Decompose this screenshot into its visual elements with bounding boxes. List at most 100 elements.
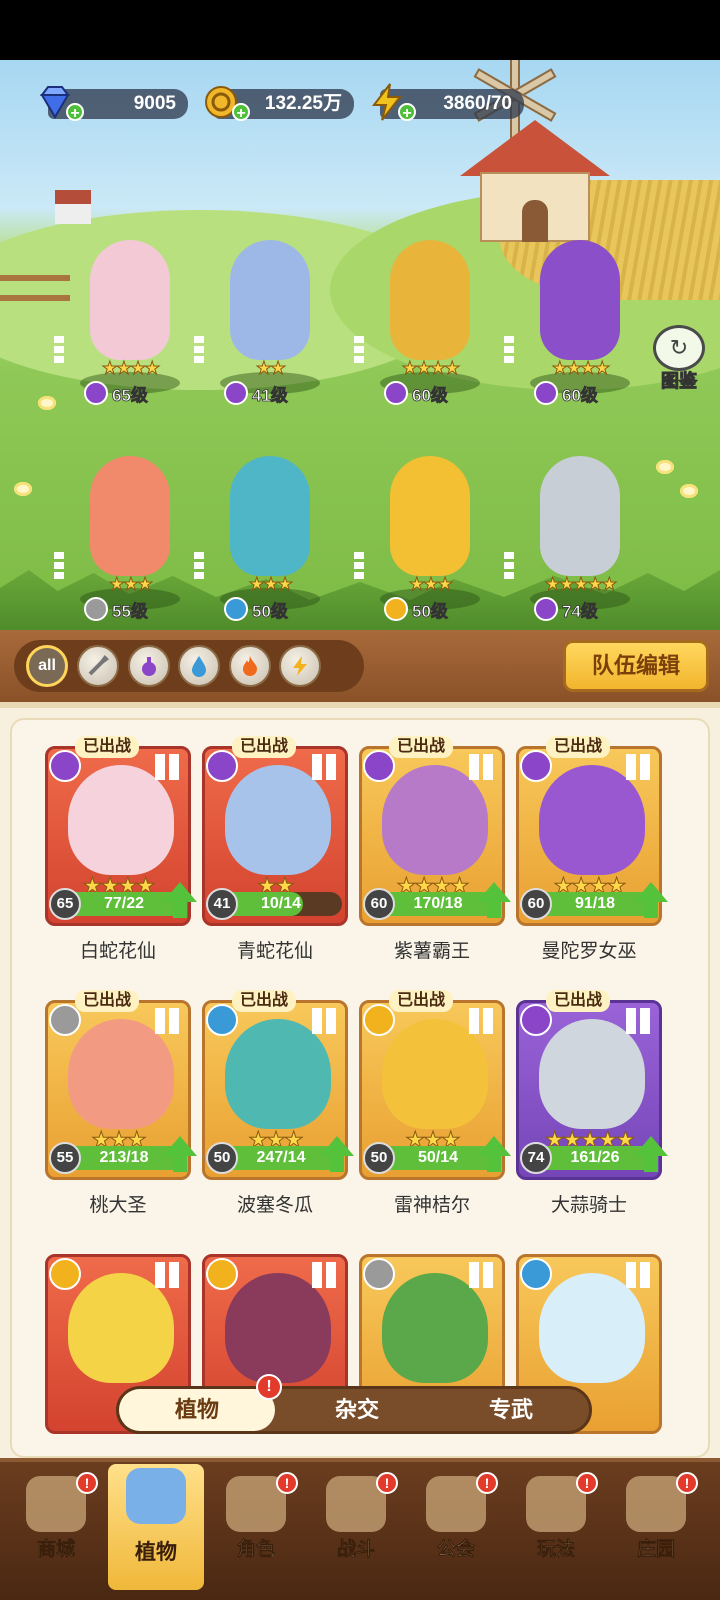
deployed-tag: 已出战: [389, 990, 454, 1012]
formation-slot-icon: [469, 754, 495, 780]
upgrade-arrow-icon[interactable]: [320, 1136, 354, 1174]
plant-card[interactable]: ★★ 已出战 10/14 41 青蛇花仙: [202, 736, 348, 962]
field-hero[interactable]: ★★★★ 60级: [354, 240, 500, 410]
filter-all-button[interactable]: all: [26, 645, 68, 687]
potion-icon: [142, 657, 156, 676]
status-bar: [0, 0, 720, 60]
plant-portrait: [68, 1273, 174, 1383]
plant-card[interactable]: ★★★★ 已出战 170/18 60 紫薯霸王: [359, 736, 505, 962]
formation-slot-icon: [626, 1262, 652, 1288]
element-icon: [206, 750, 238, 782]
field-hero[interactable]: ★★★ 55级: [54, 456, 200, 626]
upgrade-arrow-icon[interactable]: [163, 1136, 197, 1174]
nav-battle[interactable]: 战斗 !: [308, 1472, 404, 1572]
field-hero[interactable]: ★★★★ 65级: [54, 240, 200, 410]
field-hero[interactable]: ★★★★★ 74级: [504, 456, 650, 626]
plant-portrait: [225, 1019, 331, 1129]
lightning-icon: [293, 656, 307, 676]
diamond-value: 9005: [133, 93, 176, 114]
plant-name: 白蛇花仙: [79, 941, 156, 962]
field-hero[interactable]: ★★★★ 60级: [504, 240, 650, 410]
element-icon: [206, 1004, 238, 1036]
add-coin-icon[interactable]: +: [232, 103, 250, 122]
formation-slot-icon: [155, 1008, 181, 1034]
nav-guild[interactable]: 公会 !: [408, 1472, 504, 1572]
nav-manor[interactable]: 庄园 !: [608, 1472, 704, 1572]
deployed-tag: 已出战: [232, 736, 297, 758]
tab-hybrid[interactable]: 杂交: [279, 1389, 435, 1431]
field-hero[interactable]: ★★★ 50级: [354, 456, 500, 626]
plant-segment-control: 植物 杂交 专武: [116, 1386, 592, 1434]
handbook-icon: ↻: [653, 325, 705, 371]
plant-card[interactable]: ★★★ 已出战 50/14 50 雷神桔尔: [359, 990, 505, 1216]
formation-slot-icon: [312, 754, 338, 780]
plant-portrait: [382, 1019, 488, 1129]
alert-badge: !: [376, 1472, 398, 1494]
upgrade-arrow-icon[interactable]: [163, 882, 197, 920]
plant-name: 波塞冬瓜: [236, 1195, 313, 1216]
plant-portrait: [225, 765, 331, 875]
bottom-navigation: 商城 ! 植物 角色 ! 战斗 ! 公会 ! 玩法 ! 庄园 !: [0, 1458, 720, 1600]
plant-card[interactable]: ★★★ 已出战 247/14 50 波塞冬瓜: [202, 990, 348, 1216]
flower: [14, 482, 32, 496]
field-hero[interactable]: ★★ 41级: [194, 240, 340, 410]
hero-level: 60级: [534, 380, 598, 406]
hero-level: 55级: [84, 596, 148, 622]
tab-plants[interactable]: 植物: [119, 1389, 275, 1431]
farm-house: [460, 120, 610, 242]
hero-sprite: [540, 240, 620, 360]
plant-portrait: [225, 1273, 331, 1383]
plant-portrait: [382, 1273, 488, 1383]
add-energy-icon[interactable]: +: [398, 103, 416, 122]
coin-value: 132.25万: [264, 93, 342, 114]
filter-lightning-button[interactable]: [279, 645, 321, 687]
upgrade-arrow-icon[interactable]: [634, 1136, 668, 1174]
plant-card[interactable]: ★★★★★ 已出战 161/26 74 大蒜骑士: [516, 990, 662, 1216]
element-icon: [49, 1258, 81, 1290]
plants-tab-alert-badge: !: [256, 1374, 282, 1400]
plant-name: 大蒜骑士: [550, 1195, 627, 1216]
hero-stars: ★★★: [108, 574, 153, 595]
nav-gameplay[interactable]: 玩法 !: [508, 1472, 604, 1572]
deployed-tag: 已出战: [546, 736, 611, 758]
plant-name: 紫薯霸王: [393, 941, 470, 962]
hero-stars: ★★★★: [401, 358, 461, 379]
add-diamond-icon[interactable]: +: [66, 103, 84, 122]
plant-grid[interactable]: ★★★★ 已出战 77/22 65 白蛇花仙 ★★ 已出战 10/14 41 青蛇花…: [10, 718, 710, 1458]
shard-progress-text: 91/18: [574, 895, 616, 912]
formation-slot-icon: [155, 1262, 181, 1288]
hero-level-text: 41级: [252, 385, 289, 405]
filter-water-button[interactable]: [178, 645, 220, 687]
plant-card[interactable]: ★★★★ 已出战 77/22 65 白蛇花仙: [45, 736, 191, 962]
plant-card[interactable]: ★★★★ 已出战 91/18 60 曼陀罗女巫: [516, 736, 662, 962]
upgrade-arrow-icon[interactable]: [477, 882, 511, 920]
tab-exclusive-weapon[interactable]: 专武: [433, 1389, 589, 1431]
flower: [38, 396, 56, 410]
plant-portrait: [382, 765, 488, 875]
team-edit-button[interactable]: 队伍编辑: [563, 640, 709, 692]
plant-card[interactable]: ★★★ 已出战 213/18 55 桃大圣: [45, 990, 191, 1216]
upgrade-arrow-icon[interactable]: [477, 1136, 511, 1174]
filter-sword-button[interactable]: [77, 645, 119, 687]
hero-level-text: 60级: [412, 385, 449, 405]
card-level: 50: [363, 1142, 395, 1174]
nav-shop[interactable]: 商城 !: [8, 1472, 104, 1572]
field-hero[interactable]: ★★★ 50级: [194, 456, 340, 626]
coin-counter[interactable]: + 132.25万: [205, 86, 354, 122]
nav-label: 角色: [236, 1539, 276, 1561]
plant-portrait: [68, 1019, 174, 1129]
nav-label: 植物: [135, 1541, 177, 1564]
deployed-tag: 已出战: [232, 990, 297, 1012]
nav-plants[interactable]: 植物: [108, 1464, 204, 1590]
filter-potion-button[interactable]: [128, 645, 170, 687]
card-level: 60: [520, 888, 552, 920]
sword-icon: [88, 654, 110, 676]
upgrade-arrow-icon[interactable]: [634, 882, 668, 920]
nav-character[interactable]: 角色 !: [208, 1472, 304, 1572]
deployed-tag: 已出战: [389, 736, 454, 758]
filter-fire-button[interactable]: [229, 645, 271, 687]
handbook-button[interactable]: ↻ 图鉴: [648, 325, 710, 392]
energy-counter[interactable]: + 3860/70: [371, 83, 524, 122]
diamond-counter[interactable]: + 9005: [40, 86, 188, 122]
card-level: 50: [206, 1142, 238, 1174]
